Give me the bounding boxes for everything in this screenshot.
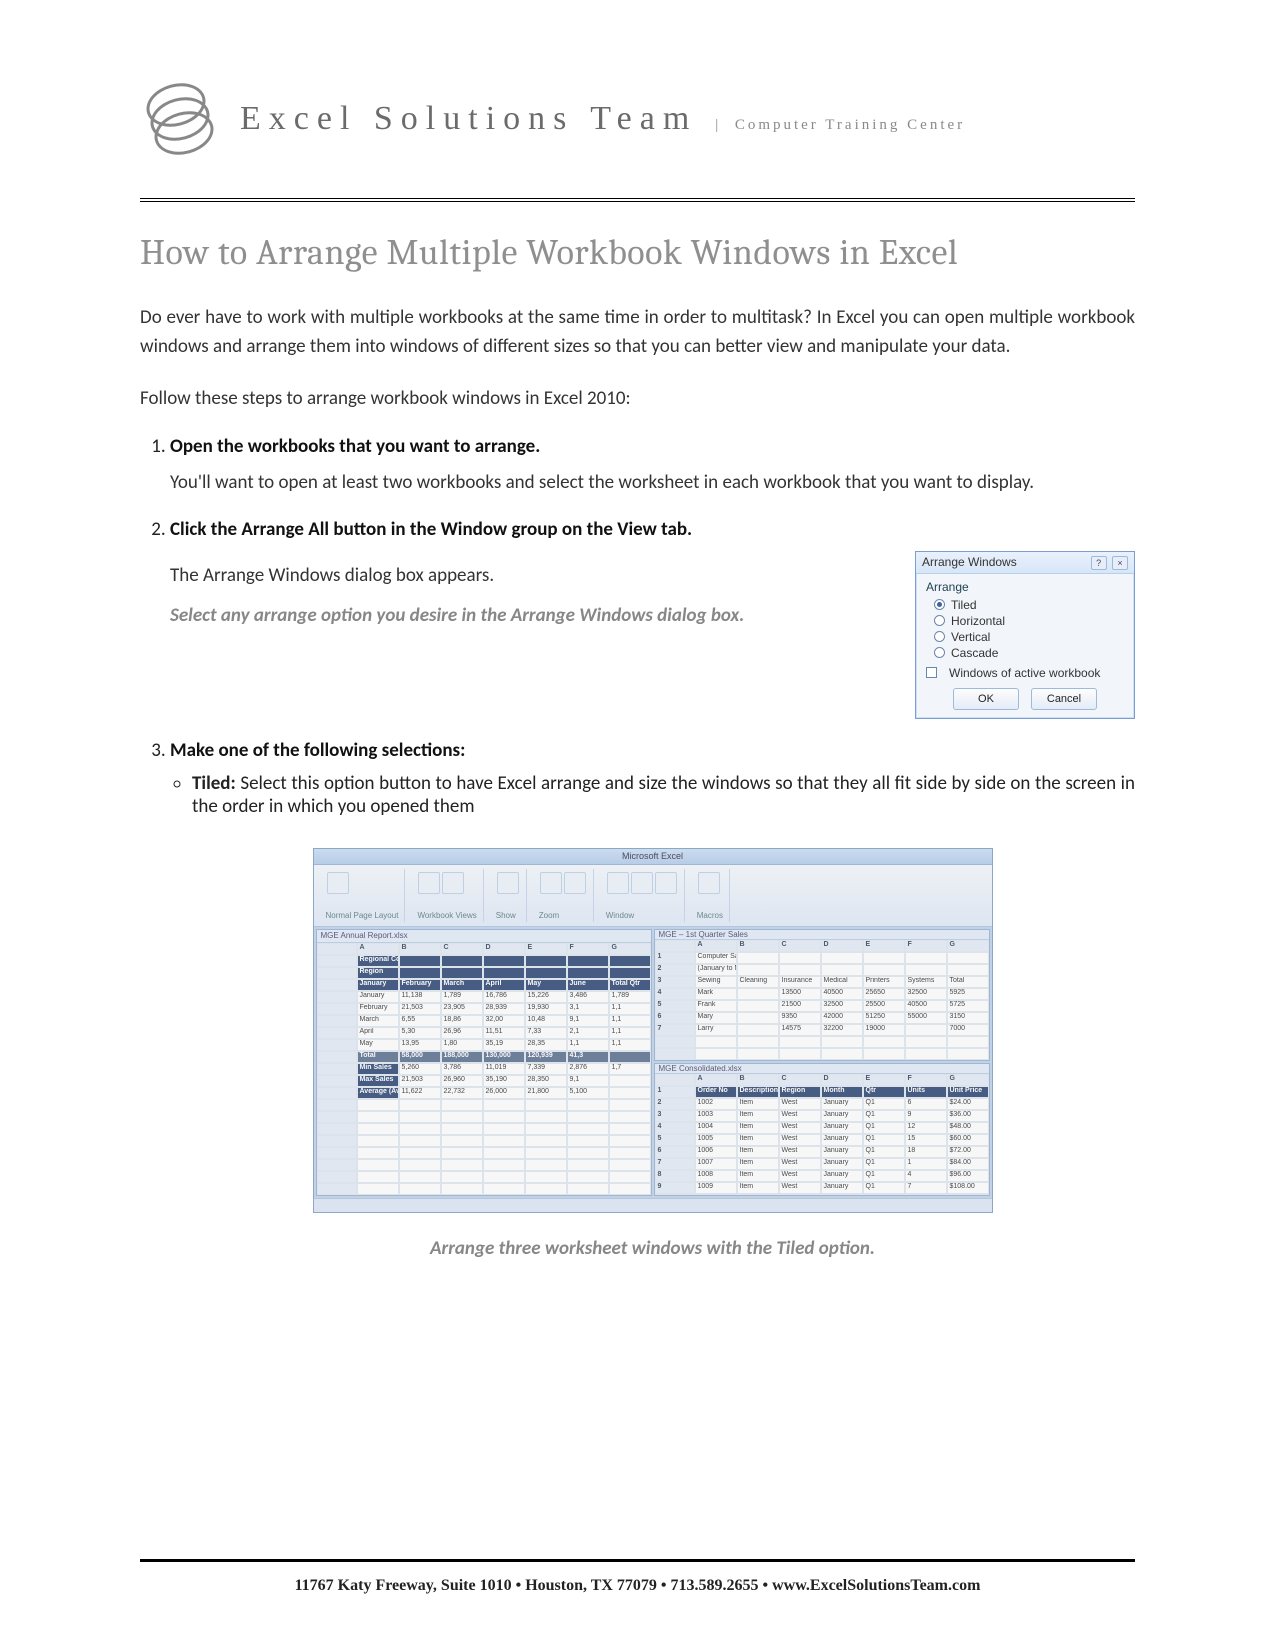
dialog-titlebar: Arrange Windows ? × bbox=[916, 552, 1134, 574]
logo-icon bbox=[140, 80, 220, 158]
radio-dot-icon bbox=[934, 631, 945, 642]
step-3: Make one of the following selections: Ti… bbox=[170, 739, 1135, 1260]
excel-statusbar bbox=[314, 1198, 992, 1212]
arrange-windows-dialog: Arrange Windows ? × Arrange Tiled bbox=[915, 551, 1135, 719]
ok-button[interactable]: OK bbox=[953, 688, 1019, 710]
radio-horizontal-label: Horizontal bbox=[951, 614, 1005, 628]
footer-rule bbox=[140, 1559, 1135, 1562]
step-3-heading: Make one of the following selections: bbox=[170, 739, 465, 762]
brand-name: Excel Solutions Team bbox=[240, 100, 697, 138]
step-2: Click the Arrange All button in the Wind… bbox=[170, 518, 1135, 719]
steps-list: Open the workbooks that you want to arra… bbox=[140, 435, 1135, 1259]
step-2-body: The Arrange Windows dialog box appears. bbox=[170, 561, 885, 590]
checkbox-icon bbox=[926, 667, 937, 678]
header-rule bbox=[140, 198, 1135, 202]
page-title: How to Arrange Multiple Workbook Windows… bbox=[140, 232, 1135, 273]
radio-tiled[interactable]: Tiled bbox=[934, 598, 1124, 612]
dialog-help-icon[interactable]: ? bbox=[1091, 556, 1107, 570]
brand-divider: | bbox=[715, 117, 721, 133]
step-1: Open the workbooks that you want to arra… bbox=[170, 435, 1135, 497]
radio-vertical-label: Vertical bbox=[951, 630, 990, 644]
radio-tiled-label: Tiled bbox=[951, 598, 977, 612]
workbook-window-2[interactable]: MGE – 1st Quarter Sales ABCDEFG1Computer… bbox=[654, 929, 990, 1062]
intro-paragraph-1: Do ever have to work with multiple workb… bbox=[140, 303, 1135, 362]
bullet-tiled: Tiled: Select this option button to have… bbox=[192, 772, 1135, 818]
radio-horizontal[interactable]: Horizontal bbox=[934, 614, 1124, 628]
excel-tiled-screenshot: Microsoft Excel Normal Page Layout Workb… bbox=[313, 848, 993, 1213]
workbook-window-3[interactable]: MGE Consolidated.xlsx ABCDEFG1Order NoDe… bbox=[654, 1063, 990, 1196]
bullet-text: Select this option button to have Excel … bbox=[192, 772, 1135, 818]
step-2-emphasis: Select any arrange option you desire in … bbox=[170, 602, 885, 631]
checkbox-label: Windows of active workbook bbox=[949, 666, 1100, 680]
figure-caption: Arrange three worksheet windows with the… bbox=[170, 1237, 1135, 1260]
step-2-heading: Click the Arrange All button in the Wind… bbox=[170, 518, 692, 541]
step-1-body: You'll want to open at least two workboo… bbox=[170, 468, 1135, 497]
radio-vertical[interactable]: Vertical bbox=[934, 630, 1124, 644]
dialog-group-label: Arrange bbox=[926, 580, 1124, 594]
step-1-heading: Open the workbooks that you want to arra… bbox=[170, 435, 540, 458]
radio-dot-icon bbox=[934, 647, 945, 658]
checkbox-active-workbook[interactable]: Windows of active workbook bbox=[926, 666, 1124, 680]
workbook-window-1[interactable]: MGE Annual Report.xlsx ABCDEFGRegional C… bbox=[316, 929, 652, 1196]
page-footer: 11767 Katy Freeway, Suite 1010 • Houston… bbox=[140, 1577, 1135, 1595]
dialog-close-icon[interactable]: × bbox=[1112, 556, 1128, 570]
bullet-lead: Tiled: bbox=[192, 772, 236, 795]
intro-paragraph-2: Follow these steps to arrange workbook w… bbox=[140, 384, 1135, 413]
dialog-title: Arrange Windows bbox=[922, 555, 1089, 569]
page-header: Excel Solutions Team | Computer Training… bbox=[140, 80, 1135, 158]
excel-ribbon: Normal Page Layout Workbook Views Show Z… bbox=[314, 865, 992, 927]
radio-dot-icon bbox=[934, 615, 945, 626]
brand-subtitle: Computer Training Center bbox=[735, 117, 965, 133]
cancel-button[interactable]: Cancel bbox=[1031, 688, 1097, 710]
radio-cascade[interactable]: Cascade bbox=[934, 646, 1124, 660]
excel-titlebar: Microsoft Excel bbox=[314, 849, 992, 865]
radio-dot-icon bbox=[934, 599, 945, 610]
radio-cascade-label: Cascade bbox=[951, 646, 998, 660]
